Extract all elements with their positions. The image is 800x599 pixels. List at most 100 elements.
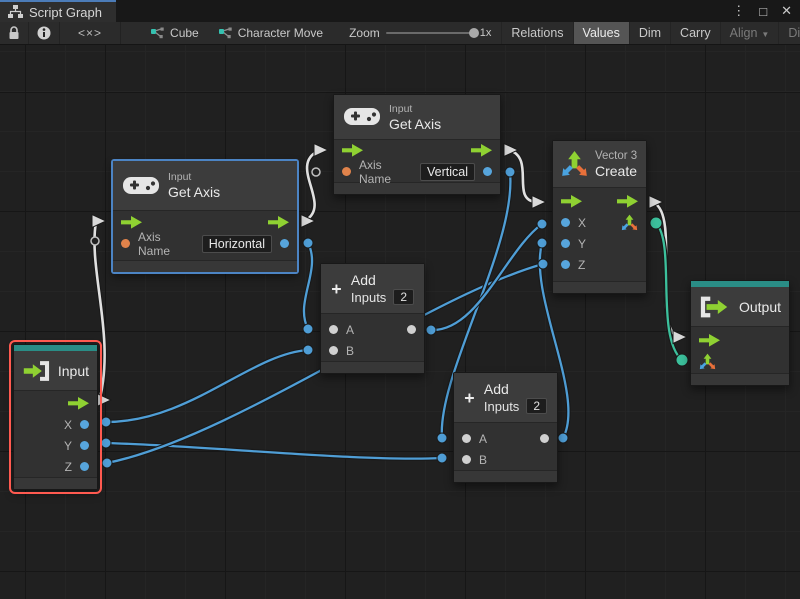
align-dropdown[interactable]: Align ▼	[720, 22, 779, 44]
unconnected-port-indicator[interactable]	[91, 237, 99, 245]
relations-toggle[interactable]: Relations	[501, 22, 572, 44]
data-connection-dot[interactable]	[505, 167, 515, 177]
vector3-output-port[interactable]	[621, 214, 638, 232]
dim-toggle[interactable]: Dim	[629, 22, 670, 44]
data-connection-dot[interactable]	[537, 219, 547, 229]
control-connection-arrow[interactable]	[97, 394, 111, 407]
node-title: Create	[595, 163, 637, 179]
param-label: Axis Name	[359, 158, 404, 186]
port-label: Z	[578, 258, 585, 272]
control-input-port[interactable]	[561, 195, 582, 208]
vector-connection-dot[interactable]	[676, 354, 688, 366]
port-label: B	[346, 344, 354, 358]
zoom-slider-handle[interactable]	[469, 28, 479, 38]
z-output-port[interactable]	[80, 462, 89, 471]
data-connection-dot[interactable]	[101, 438, 111, 448]
axis-name-input-port[interactable]	[121, 239, 130, 248]
breadcrumb-label: Cube	[170, 26, 199, 40]
breadcrumb-label: Character Move	[238, 26, 323, 40]
control-input-port[interactable]	[699, 334, 720, 347]
zoom-slider[interactable]	[386, 32, 474, 34]
data-connection-dot[interactable]	[538, 259, 548, 269]
data-connection-dot[interactable]	[303, 345, 313, 355]
vector3-icon	[561, 150, 588, 179]
window-close-icon[interactable]: ✕	[781, 3, 792, 19]
data-connection-dot[interactable]	[102, 458, 112, 468]
tab-script-graph[interactable]: Script Graph	[0, 0, 116, 22]
node-input-event[interactable]: Input X Y Z	[13, 344, 98, 490]
port-label: Y	[578, 237, 586, 251]
input-a-port[interactable]	[462, 434, 471, 443]
control-output-port[interactable]	[471, 144, 492, 157]
sum-output-port[interactable]	[540, 434, 549, 443]
values-toggle[interactable]: Values	[573, 22, 629, 44]
data-horizontal-value-to-add-a[interactable]	[304, 243, 312, 329]
input-b-port[interactable]	[462, 455, 471, 464]
inputs-label: Inputs	[351, 290, 386, 305]
distribute-dropdown[interactable]: Distribute ▼	[778, 22, 800, 44]
z-input-port[interactable]	[561, 260, 570, 269]
axis-name-input-port[interactable]	[342, 167, 351, 176]
data-connection-dot[interactable]	[303, 238, 313, 248]
y-input-port[interactable]	[561, 239, 570, 248]
port-label: X	[64, 418, 72, 432]
inputs-count-field[interactable]: 2	[393, 289, 414, 305]
node-get-axis-horizontal[interactable]: Input Get Axis Axis Name Horizontal	[112, 160, 298, 273]
x-output-port[interactable]	[80, 420, 89, 429]
control-connection-arrow[interactable]	[673, 331, 687, 344]
window-maximize-icon[interactable]: □	[759, 4, 767, 19]
data-connection-dot[interactable]	[303, 324, 313, 334]
data-connection-dot[interactable]	[537, 238, 547, 248]
sum-output-port[interactable]	[407, 325, 416, 334]
control-connection-arrow[interactable]	[92, 215, 106, 228]
value-output-port[interactable]	[280, 239, 289, 248]
breadcrumb-cube[interactable]: Cube	[141, 22, 209, 44]
vector-connection-dot[interactable]	[650, 217, 662, 229]
node-footer	[113, 260, 297, 272]
control-output-port[interactable]	[617, 195, 638, 208]
window-menu-icon[interactable]: ⋮	[732, 3, 745, 19]
input-b-port[interactable]	[329, 346, 338, 355]
control-input-port[interactable]	[121, 216, 142, 229]
node-output-event[interactable]: Output	[690, 280, 790, 386]
y-output-port[interactable]	[80, 441, 89, 450]
data-connection-dot[interactable]	[437, 453, 447, 463]
node-footer	[454, 470, 557, 482]
control-output-port[interactable]	[68, 397, 89, 410]
data-input-x-to-add-b-outline	[106, 350, 308, 422]
value-output-port[interactable]	[483, 167, 492, 176]
control-connection-arrow[interactable]	[532, 196, 546, 209]
data-input-x-to-add-b[interactable]	[106, 350, 308, 422]
unconnected-port-indicator[interactable]	[312, 168, 320, 176]
data-connection-dot[interactable]	[558, 433, 568, 443]
info-icon	[37, 26, 51, 40]
data-connection-dot[interactable]	[437, 433, 447, 443]
inputs-count-field[interactable]: 2	[526, 398, 547, 414]
node-footer	[691, 373, 789, 385]
input-a-port[interactable]	[329, 325, 338, 334]
axis-name-field[interactable]: Vertical	[420, 163, 475, 181]
data-connection-dot[interactable]	[426, 325, 436, 335]
node-footer	[14, 477, 97, 489]
inputs-label: Inputs	[484, 399, 519, 414]
graph-toolbar: <×> Cube Character Move Zoom	[0, 22, 800, 45]
port-label: Z	[65, 460, 72, 474]
lock-button[interactable]	[0, 22, 29, 44]
node-add-bottom[interactable]: Add Inputs 2 A B	[453, 372, 558, 483]
axis-name-field[interactable]: Horizontal	[202, 235, 272, 253]
vector3-input-port[interactable]	[699, 353, 716, 371]
carry-toggle[interactable]: Carry	[670, 22, 720, 44]
port-label: A	[479, 432, 487, 446]
control-input-port[interactable]	[342, 144, 363, 157]
node-vector3-create[interactable]: Vector 3 Create X Y Z	[552, 140, 647, 294]
control-output-port[interactable]	[268, 216, 289, 229]
info-button[interactable]	[29, 22, 60, 44]
node-title: Add	[351, 272, 414, 288]
x-input-port[interactable]	[561, 218, 570, 227]
breadcrumb-character-move[interactable]: Character Move	[209, 22, 333, 44]
code-view-toggle[interactable]: <×>	[60, 22, 121, 44]
data-connection-dot[interactable]	[101, 417, 111, 427]
control-connection-arrow[interactable]	[314, 144, 328, 157]
node-get-axis-vertical[interactable]: Input Get Axis Axis Name Vertical	[333, 94, 501, 195]
node-add-top[interactable]: Add Inputs 2 A B	[320, 263, 425, 374]
